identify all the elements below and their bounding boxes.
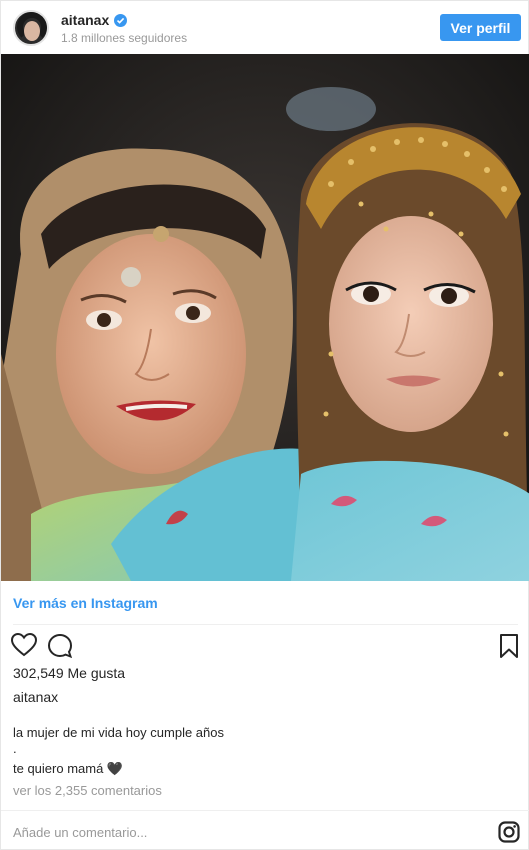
avatar-face: [24, 21, 40, 41]
divider: [1, 810, 529, 811]
post-photo[interactable]: [1, 54, 529, 581]
instagram-embed: aitanax 1.8 millones seguidores Ver perf…: [0, 0, 529, 850]
view-more-on-instagram-link[interactable]: Ver más en Instagram: [13, 595, 158, 611]
post-header: aitanax 1.8 millones seguidores Ver perf…: [1, 1, 529, 54]
add-comment-input[interactable]: Añade un comentario...: [13, 825, 147, 840]
comment-icon[interactable]: [47, 633, 73, 664]
caption-line: .: [13, 741, 17, 756]
view-comments-link[interactable]: ver los 2,355 comentarios: [13, 783, 162, 798]
heart-icon[interactable]: [10, 632, 38, 662]
action-bar: [1, 631, 529, 661]
instagram-icon[interactable]: [498, 821, 520, 848]
follower-count: 1.8 millones seguidores: [61, 31, 188, 45]
caption-username[interactable]: aitanax: [13, 689, 58, 705]
verified-badge-icon: [114, 13, 128, 27]
username[interactable]: aitanax: [61, 12, 109, 28]
username-row: aitanax: [61, 12, 128, 28]
like-count[interactable]: 302,549 Me gusta: [13, 665, 125, 681]
view-profile-button[interactable]: Ver perfil: [440, 14, 521, 41]
divider: [13, 624, 518, 625]
caption-line: te quiero mamá 🖤: [13, 761, 124, 776]
post-photo-illustration: [1, 54, 529, 581]
caption-line: la mujer de mi vida hoy cumple años: [13, 725, 224, 740]
bookmark-icon[interactable]: [499, 633, 519, 664]
avatar[interactable]: [13, 10, 49, 46]
